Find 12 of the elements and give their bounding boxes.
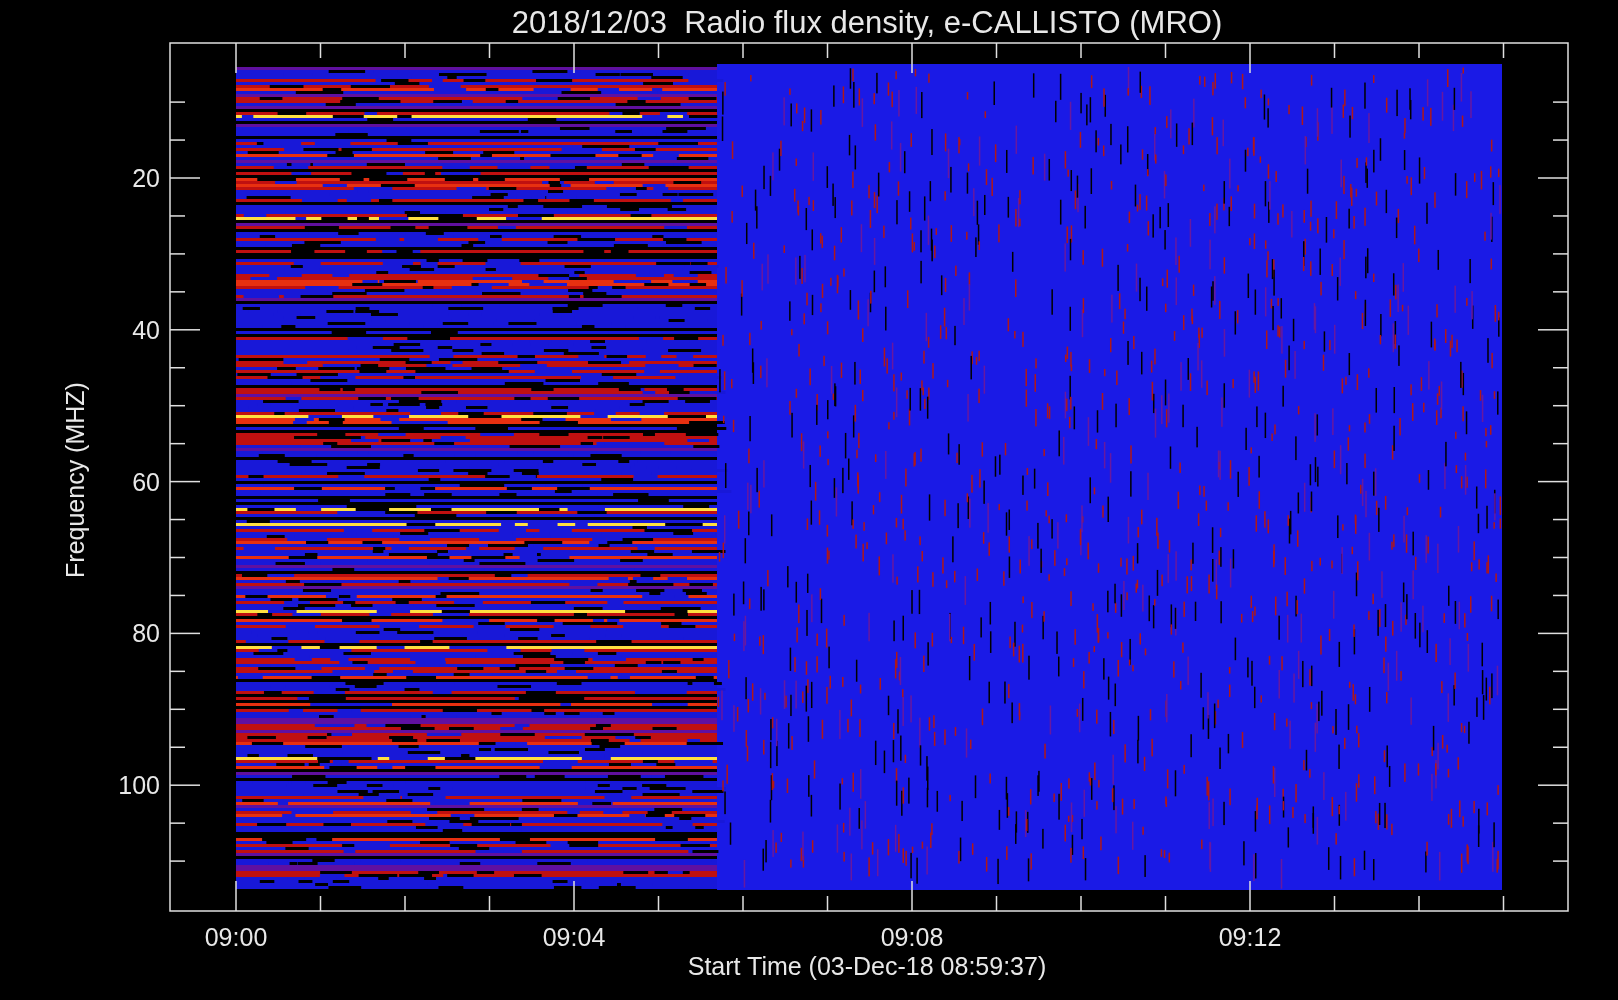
y-tick-label: 60: [132, 467, 160, 496]
y-tick-label: 40: [132, 315, 160, 344]
y-axis-label: Frequency (MHZ): [61, 382, 89, 578]
x-tick-label: 09:04: [542, 923, 606, 951]
x-tick-label: 09:12: [1218, 923, 1282, 951]
chart-title: 2018/12/03 Radio flux density, e-CALLISTO (MRO): [511, 5, 1223, 40]
y-tick-label: 80: [132, 619, 160, 648]
x-tick-label: 09:08: [880, 923, 944, 951]
x-tick-label: 09:00: [204, 923, 268, 951]
y-tick-label: 20: [132, 164, 160, 192]
y-tick-label: 100: [118, 771, 160, 800]
x-axis-label: Start Time (03-Dec-18 08:59:37): [687, 952, 1047, 980]
